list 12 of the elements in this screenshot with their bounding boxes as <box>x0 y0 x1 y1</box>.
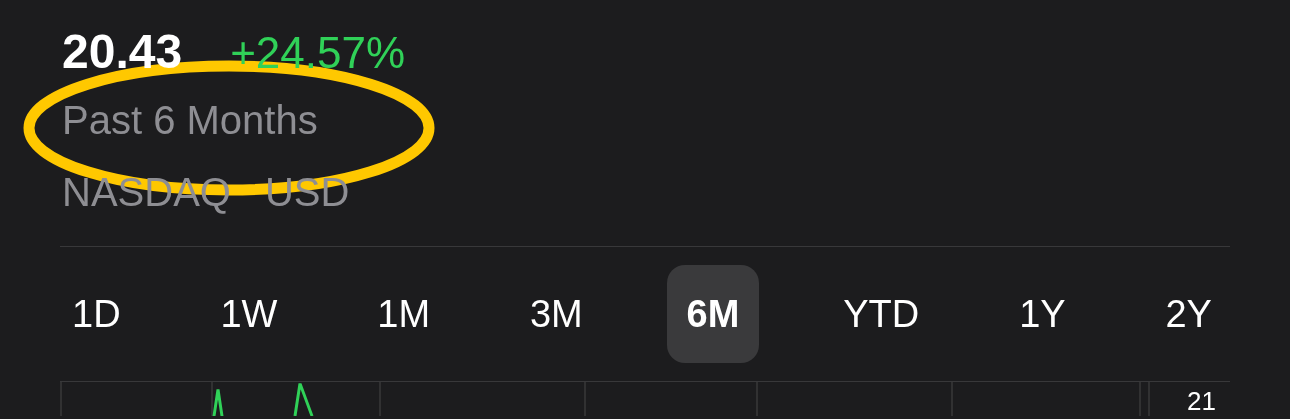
range-tab[interactable]: 6M <box>666 265 760 363</box>
range-tab[interactable]: 2Y <box>1149 265 1228 363</box>
range-tab[interactable]: 1D <box>56 265 137 363</box>
range-tab[interactable]: 3M <box>513 265 599 363</box>
period-label: Past 6 Months <box>62 100 319 140</box>
range-tab[interactable]: 1M <box>361 265 447 363</box>
range-tab[interactable]: 1W <box>204 265 294 363</box>
range-tab[interactable]: 1Y <box>1003 265 1082 363</box>
axis-label: 21 <box>1187 388 1216 414</box>
percent-change: +24.57% <box>230 31 406 75</box>
stock-price: 20.43 <box>62 28 183 76</box>
range-tab[interactable]: YTD <box>827 265 936 363</box>
